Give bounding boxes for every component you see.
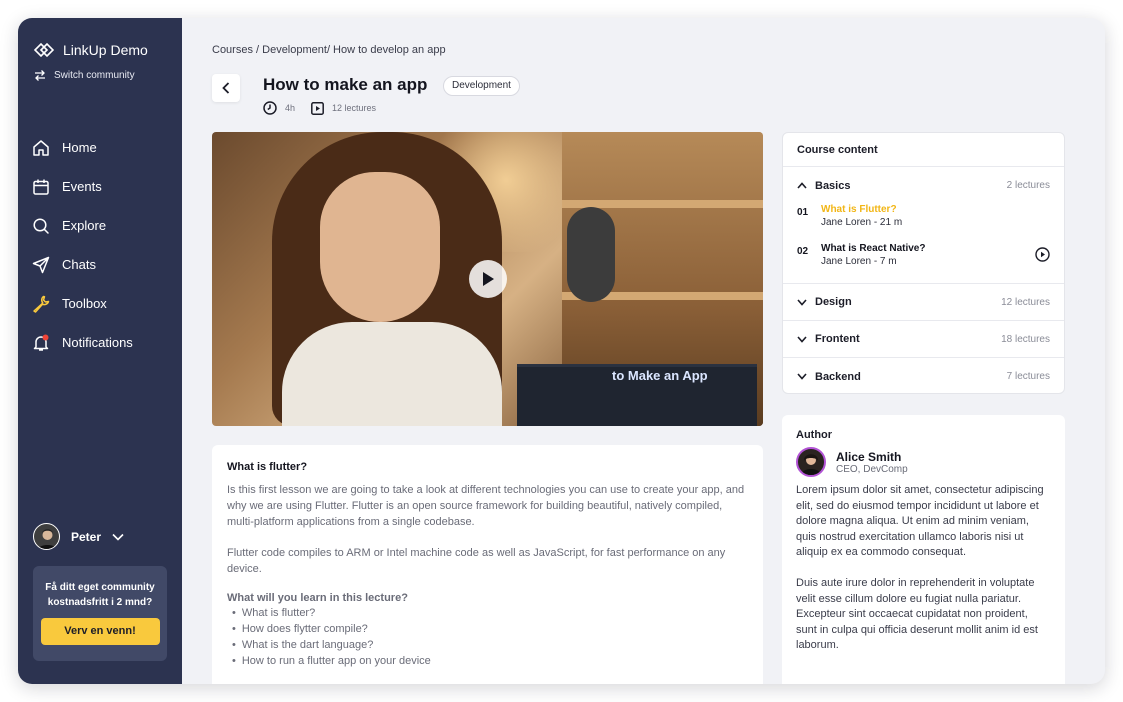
logo-icon bbox=[34, 43, 54, 57]
nav-label-home: Home bbox=[62, 140, 97, 155]
chevron-down-icon bbox=[797, 335, 807, 343]
user-avatar bbox=[33, 523, 60, 550]
learn-item: What is the dart language? bbox=[227, 637, 748, 653]
brand-name: LinkUp Demo bbox=[63, 42, 148, 58]
wrench-icon bbox=[33, 295, 50, 313]
nav-label-chats: Chats bbox=[62, 257, 96, 272]
course-duration: 4h bbox=[285, 103, 296, 113]
author-heading: Author bbox=[796, 429, 833, 441]
breadcrumb[interactable]: Courses / Development/ How to develop an… bbox=[212, 44, 446, 56]
nav-label-notifications: Notifications bbox=[62, 335, 133, 350]
chevron-down-icon bbox=[797, 298, 807, 306]
invite-friend-button[interactable]: Verv en venn! bbox=[40, 618, 160, 645]
back-button[interactable] bbox=[212, 74, 240, 102]
bell-icon bbox=[33, 334, 49, 351]
lesson-paragraph: Flutter code compiles to ARM or Intel ma… bbox=[227, 547, 726, 575]
microphone-image bbox=[567, 207, 615, 302]
nav-item-events[interactable]: Events bbox=[32, 167, 133, 206]
author-profile[interactable]: Alice Smith CEO, DevComp bbox=[796, 447, 1051, 477]
chevron-down-icon bbox=[797, 373, 807, 380]
section-basics[interactable]: Basics 2 lectures bbox=[783, 167, 1064, 204]
author-name: Alice Smith bbox=[836, 449, 902, 464]
nav-item-home[interactable]: Home bbox=[32, 128, 133, 167]
clock-icon bbox=[263, 101, 277, 115]
lecture-count: 12 lectures bbox=[332, 103, 377, 113]
lesson-description: What is flutter? Is this first lesson we… bbox=[212, 445, 763, 684]
search-icon bbox=[33, 217, 49, 234]
section-count: 18 lectures bbox=[1001, 333, 1050, 345]
main-nav: Home Events Explore Chats Toolbox Notifi… bbox=[32, 128, 133, 362]
author-bio: Lorem ipsum dolor sit amet, consectetur … bbox=[796, 484, 1044, 559]
lecture-title: What is Flutter? bbox=[821, 204, 897, 215]
switch-community-label: Switch community bbox=[54, 70, 135, 81]
invite-promo: Få ditt eget community kostnadsfritt i 2… bbox=[33, 566, 167, 661]
lecture-item[interactable]: 01 What is Flutter? Jane Loren - 21 m bbox=[797, 204, 1050, 243]
nav-label-explore: Explore bbox=[62, 218, 107, 233]
learn-item: How to run a flutter app on your device bbox=[227, 653, 748, 669]
course-content-title: Course content bbox=[783, 133, 1064, 167]
calendar-icon bbox=[33, 179, 49, 195]
author-bio: Duis aute irure dolor in reprehenderit i… bbox=[796, 576, 1038, 652]
learn-item: How does flytter compile? bbox=[227, 621, 748, 637]
user-menu[interactable]: Peter bbox=[33, 523, 124, 550]
switch-community-link[interactable]: Switch community bbox=[34, 70, 135, 81]
video-player[interactable]: to Make an App bbox=[212, 132, 763, 426]
section-backend[interactable]: Backend 7 lectures bbox=[783, 358, 1064, 395]
lecture-author: Jane Loren - 21 m bbox=[821, 217, 903, 228]
chevron-left-icon bbox=[222, 82, 230, 94]
lecture-number: 01 bbox=[797, 207, 809, 218]
author-avatar bbox=[796, 447, 826, 477]
section-count: 2 lectures bbox=[1006, 180, 1050, 191]
app-window: LinkUp Demo Switch community Home Events… bbox=[18, 18, 1105, 684]
learn-heading: What will you learn in this lecture? bbox=[227, 592, 408, 604]
send-icon bbox=[32, 256, 50, 273]
nav-item-notifications[interactable]: Notifications bbox=[32, 323, 133, 362]
notification-dot bbox=[42, 334, 49, 340]
section-label: Basics bbox=[815, 179, 851, 192]
home-icon bbox=[33, 139, 49, 156]
course-content-panel: Course content Basics 2 lectures 01 What… bbox=[782, 132, 1065, 394]
section-design[interactable]: Design 12 lectures bbox=[783, 284, 1064, 321]
learn-list: What is flutter? How does flytter compil… bbox=[227, 605, 748, 669]
section-label: Design bbox=[815, 296, 852, 308]
lesson-title: What is flutter? bbox=[227, 461, 308, 473]
section-frontent[interactable]: Frontent 18 lectures bbox=[783, 321, 1064, 358]
monitor-screen-text: to Make an App bbox=[612, 368, 708, 383]
play-circle-icon[interactable] bbox=[1035, 247, 1050, 262]
basics-lecture-list: 01 What is Flutter? Jane Loren - 21 m 02… bbox=[783, 204, 1064, 284]
section-label: Frontent bbox=[815, 333, 860, 345]
nav-label-events: Events bbox=[62, 179, 102, 194]
sidebar: LinkUp Demo Switch community Home Events… bbox=[18, 18, 182, 684]
lecture-title: What is React Native? bbox=[821, 243, 926, 254]
page-title: How to make an app bbox=[263, 75, 428, 94]
play-icon bbox=[483, 272, 494, 286]
lecture-item[interactable]: 02 What is React Native? Jane Loren - 7 … bbox=[797, 243, 1050, 282]
category-tag: Development bbox=[443, 76, 520, 96]
user-name: Peter bbox=[71, 529, 102, 544]
author-panel: Author Alice Smith CEO, DevComp Lorem ip… bbox=[782, 415, 1065, 684]
nav-label-toolbox: Toolbox bbox=[62, 296, 107, 311]
author-role: CEO, DevComp bbox=[836, 463, 908, 475]
chevron-down-icon[interactable] bbox=[112, 533, 124, 541]
chevron-up-icon bbox=[797, 182, 807, 189]
brand[interactable]: LinkUp Demo bbox=[34, 42, 148, 58]
nav-item-chats[interactable]: Chats bbox=[32, 245, 133, 284]
lesson-paragraph: Is this first lesson we are going to tak… bbox=[227, 484, 745, 528]
lecture-number: 02 bbox=[797, 246, 809, 257]
section-count: 12 lectures bbox=[1001, 296, 1050, 308]
swap-icon bbox=[35, 70, 45, 81]
play-button[interactable] bbox=[469, 260, 507, 298]
play-square-icon bbox=[311, 101, 324, 115]
section-label: Backend bbox=[815, 370, 861, 383]
course-meta: 4h 12 lectures bbox=[263, 101, 376, 115]
nav-item-toolbox[interactable]: Toolbox bbox=[32, 284, 133, 323]
promo-text: Få ditt eget community kostnadsfritt i 2… bbox=[45, 582, 155, 608]
nav-item-explore[interactable]: Explore bbox=[32, 206, 133, 245]
lecture-author: Jane Loren - 7 m bbox=[821, 256, 897, 267]
learn-item: What is flutter? bbox=[227, 605, 748, 621]
section-count: 7 lectures bbox=[1006, 371, 1050, 382]
